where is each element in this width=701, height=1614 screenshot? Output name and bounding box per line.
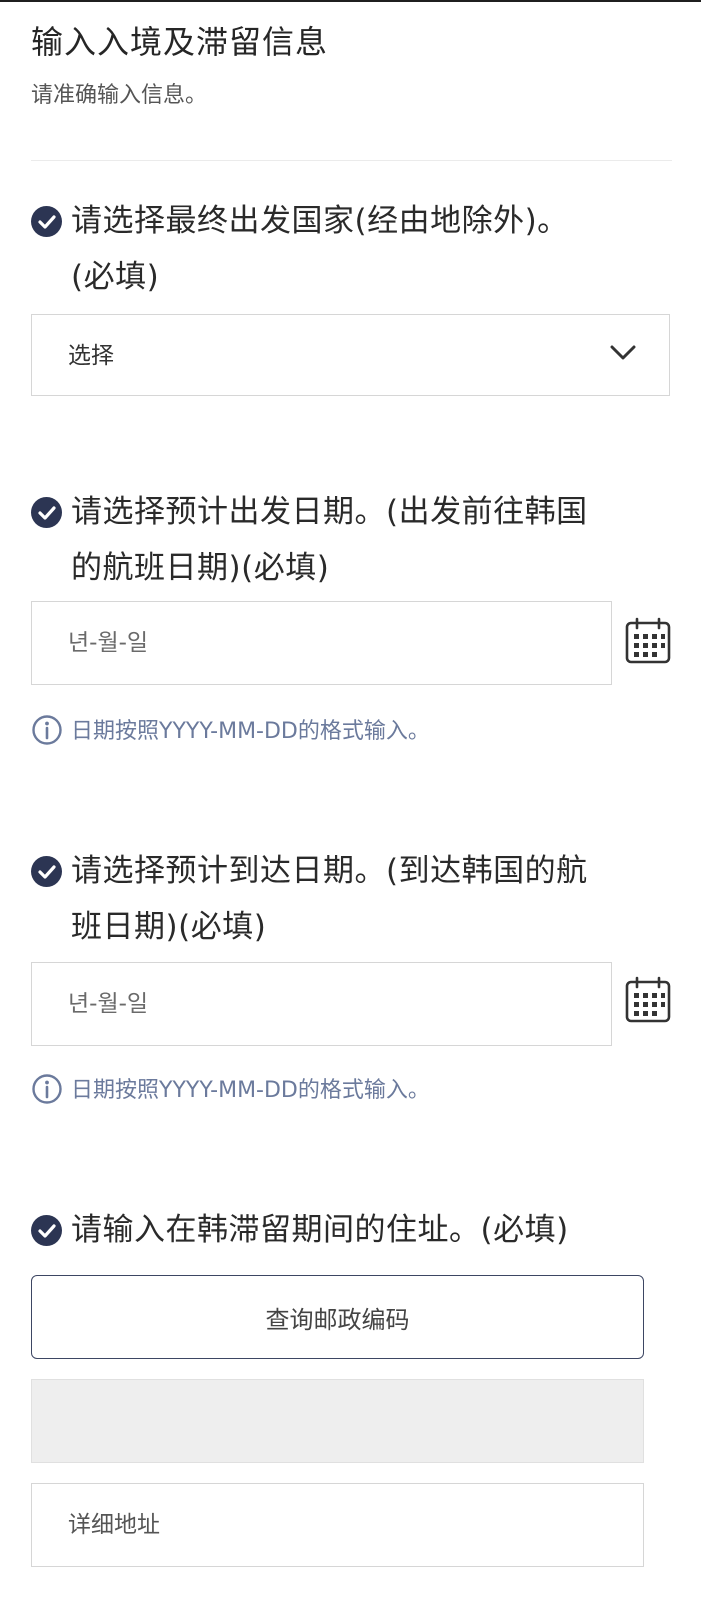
departure-country-selected-value: 选择 (68, 343, 114, 369)
page-title: 输入入境及滞留信息 (31, 23, 329, 61)
departure-date-label: 请选择预计出发日期。(出发前往韩国 的航班日期)(必填) (31, 484, 672, 596)
page-subtitle: 请准确输入信息。 (31, 83, 208, 108)
calendar-icon[interactable] (624, 976, 672, 1024)
departure-date-input[interactable] (31, 601, 612, 685)
departure-date-question: 请选择预计出发日期。(出发前往韩国 的航班日期)(必填) (31, 484, 672, 596)
address-readonly-field (31, 1379, 644, 1463)
arrival-date-hint: 日期按照YYYY-MM-DD的格式输入。 (31, 1073, 430, 1109)
arrival-date-question: 请选择预计到达日期。(到达韩国的航 班日期)(必填) (31, 843, 672, 955)
postal-code-search-button[interactable]: 查询邮政编码 (31, 1275, 644, 1359)
address-detail-input[interactable] (31, 1483, 644, 1567)
address-question: 请输入在韩滞留期间的住址。(必填) (31, 1202, 672, 1258)
check-circle-icon (31, 497, 62, 528)
check-circle-icon (31, 1215, 62, 1246)
departure-country-label: 请选择最终出发国家(经由地除外)。 (必填) (31, 193, 672, 305)
departure-country-question: 请选择最终出发国家(经由地除外)。 (必填) (31, 193, 672, 305)
departure-country-select[interactable]: 选择 (31, 314, 670, 396)
arrival-date-input[interactable] (31, 962, 612, 1046)
check-circle-icon (31, 856, 62, 887)
address-label: 请输入在韩滞留期间的住址。(必填) (31, 1202, 672, 1258)
top-border-line (0, 0, 701, 2)
arrival-date-label: 请选择预计到达日期。(到达韩国的航 班日期)(必填) (31, 843, 672, 955)
departure-date-hint: 日期按照YYYY-MM-DD的格式输入。 (31, 714, 430, 750)
chevron-down-icon (610, 345, 636, 360)
check-circle-icon (31, 206, 62, 237)
info-icon (32, 715, 62, 745)
calendar-icon[interactable] (624, 617, 672, 665)
header-divider (31, 160, 672, 161)
info-icon (32, 1074, 62, 1104)
